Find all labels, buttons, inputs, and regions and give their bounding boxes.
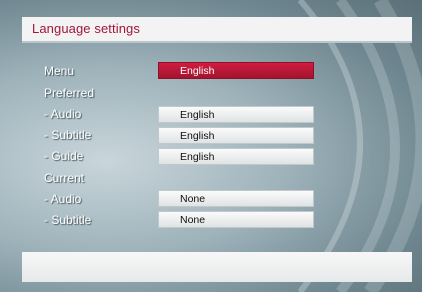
current-subtitle-label: - Subtitle — [44, 213, 92, 227]
preferred-guide-value: English — [180, 151, 215, 163]
preferred-guide-select[interactable]: English — [158, 148, 314, 165]
current-audio-select[interactable]: None — [158, 190, 314, 207]
current-subtitle-select[interactable]: None — [158, 211, 314, 228]
preferred-heading: Preferred — [44, 86, 95, 100]
screen-title: Language settings — [32, 21, 140, 36]
title-bar: Language settings — [22, 17, 412, 43]
preferred-guide-label: - Guide — [44, 149, 84, 163]
current-audio-value: None — [180, 193, 206, 205]
preferred-audio-label: - Audio — [44, 107, 82, 121]
current-audio-label: - Audio — [44, 192, 82, 206]
menu-label: Menu — [44, 64, 75, 78]
preferred-subtitle-label: - Subtitle — [44, 128, 92, 142]
current-heading: Current — [44, 171, 85, 185]
settings-screen: Language settings Menu English Preferred… — [0, 0, 422, 292]
menu-language-select[interactable]: English — [158, 62, 314, 79]
background-arcs — [297, 0, 422, 292]
menu-language-value: English — [180, 65, 215, 77]
preferred-subtitle-value: English — [180, 130, 215, 142]
preferred-audio-value: English — [180, 109, 215, 121]
current-subtitle-value: None — [180, 214, 206, 226]
preferred-subtitle-select[interactable]: English — [158, 127, 314, 144]
preferred-audio-select[interactable]: English — [158, 106, 314, 123]
footer-bar — [22, 252, 412, 282]
